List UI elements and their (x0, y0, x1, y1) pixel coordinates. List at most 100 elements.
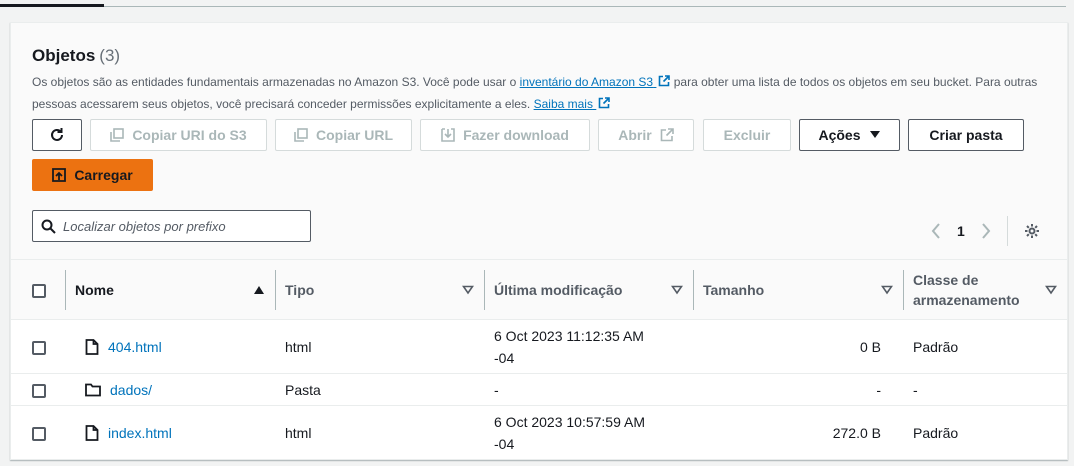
pager-divider (1006, 216, 1008, 246)
storage-class-cell: Padrão (913, 424, 959, 441)
row-checkbox[interactable] (32, 426, 46, 441)
sort-icon (881, 285, 893, 294)
learn-more-link[interactable]: Saiba mais (534, 97, 611, 111)
type-cell: html (285, 424, 312, 441)
inventory-link-label: inventário do Amazon S3 (519, 75, 654, 89)
gear-icon[interactable] (1024, 223, 1040, 239)
table-row[interactable]: 404.html html 6 Oct 2023 11:12:35 AM -04 … (11, 319, 1067, 374)
refresh-icon (51, 128, 63, 141)
modified-cell: 6 Oct 2023 10:57:59 AM -04 (484, 406, 693, 460)
type-cell: Pasta (285, 381, 321, 398)
objects-panel: Objetos (3) Os objetos são as entidades f… (10, 22, 1068, 460)
panel-title: Objetos (3) (32, 46, 120, 66)
copy-s3-uri-label: Copiar URI do S3 (132, 127, 247, 143)
column-last-modified-label: Última modificação (494, 281, 623, 298)
current-page[interactable]: 1 (957, 223, 965, 239)
actions-dropdown-button[interactable]: Ações (799, 119, 900, 151)
column-storage-class-label: Classe de armazenamento (913, 271, 1020, 308)
copy-url-button[interactable]: Copiar URL (275, 119, 412, 151)
learn-more-label: Saiba mais (533, 97, 593, 111)
objects-description: Os objetos são as entidades fundamentais… (32, 71, 1062, 115)
row-select-cell (11, 320, 65, 374)
refresh-button[interactable] (32, 119, 82, 151)
modified-cell: - (494, 381, 499, 398)
chevron-left-icon[interactable] (931, 223, 941, 239)
storage-class-cell: - (913, 381, 918, 398)
copy-url-label: Copiar URL (316, 127, 393, 143)
objects-heading: Objetos (32, 46, 96, 65)
object-link[interactable]: index.html (108, 422, 172, 444)
objects-count: (3) (99, 46, 121, 65)
sort-icon (1045, 285, 1057, 294)
modified-line-2: -04 (494, 435, 515, 452)
name-cell: 404.html (65, 320, 275, 374)
external-link-icon (660, 128, 674, 142)
column-name[interactable]: Nome (65, 260, 275, 320)
download-label: Fazer download (463, 127, 569, 143)
storage-class-cell: Padrão (913, 338, 959, 355)
upload-icon (52, 168, 67, 182)
inventory-link[interactable]: inventário do Amazon S3 (520, 75, 671, 89)
column-storage-class[interactable]: Classe de armazenamento (903, 260, 1067, 320)
actions-label: Ações (818, 127, 861, 143)
select-all-header (11, 260, 65, 320)
modified-line-2: -04 (494, 349, 515, 366)
upload-button[interactable]: Carregar (32, 159, 153, 191)
row-select-cell (11, 406, 65, 460)
upload-label: Carregar (74, 167, 133, 183)
download-icon (441, 128, 455, 142)
table-row[interactable]: index.html html 6 Oct 2023 10:57:59 AM -0… (11, 405, 1067, 460)
size-cell: 272.0 B (832, 424, 881, 441)
modified-line-1: 6 Oct 2023 10:57:59 AM (494, 413, 645, 430)
name-cell: dados/ (65, 374, 275, 406)
search-input[interactable] (63, 218, 293, 234)
copy-s3-uri-button[interactable]: Copiar URI do S3 (90, 119, 267, 151)
size-cell: - (876, 381, 881, 398)
column-size[interactable]: Tamanho (693, 260, 903, 320)
pagination: 1 (931, 216, 1040, 246)
active-tab-indicator (0, 4, 104, 7)
create-folder-button[interactable]: Criar pasta (908, 119, 1024, 151)
folder-link[interactable]: dados/ (110, 379, 152, 401)
table-header-row: Nome Tipo Última modificação Tamanho Cla… (11, 259, 1067, 320)
copy-icon (294, 128, 308, 142)
delete-button[interactable]: Excluir (703, 119, 791, 151)
open-button[interactable]: Abrir (598, 119, 694, 151)
row-checkbox[interactable] (32, 383, 46, 398)
tab-divider (0, 6, 1066, 7)
file-icon (85, 338, 99, 355)
external-link-icon (599, 97, 611, 109)
column-type[interactable]: Tipo (275, 260, 484, 320)
file-icon (85, 424, 99, 441)
table-row[interactable]: dados/ Pasta - - - (11, 373, 1067, 406)
column-size-label: Tamanho (703, 281, 765, 298)
row-checkbox[interactable] (32, 340, 46, 355)
search-icon (41, 219, 56, 234)
open-label: Abrir (618, 127, 652, 143)
column-name-label: Nome (75, 281, 114, 298)
size-cell: 0 B (859, 338, 881, 355)
type-cell: html (285, 338, 312, 355)
top-tab-strip (0, 0, 1074, 8)
row-select-cell (11, 374, 65, 406)
modified-cell: 6 Oct 2023 11:12:35 AM -04 (484, 320, 693, 374)
object-link[interactable]: 404.html (108, 336, 162, 358)
column-last-modified[interactable]: Última modificação (484, 260, 693, 320)
sort-icon (671, 285, 683, 294)
desc-text-1: Os objetos são as entidades fundamentais… (32, 75, 520, 89)
column-type-label: Tipo (285, 281, 315, 298)
search-box[interactable] (32, 210, 311, 242)
objects-table: Nome Tipo Última modificação Tamanho Cla… (11, 259, 1067, 460)
delete-label: Excluir (723, 127, 771, 143)
download-button[interactable]: Fazer download (420, 119, 590, 151)
external-link-icon (659, 75, 671, 87)
folder-icon (85, 383, 101, 396)
sort-icon (462, 285, 474, 294)
name-cell: index.html (65, 406, 275, 460)
copy-icon (110, 128, 125, 142)
chevron-right-icon[interactable] (981, 223, 991, 239)
sort-ascending-icon (254, 285, 264, 294)
modified-line-1: 6 Oct 2023 11:12:35 AM (494, 327, 644, 344)
select-all-checkbox[interactable] (32, 283, 46, 298)
caret-down-icon (869, 131, 880, 138)
